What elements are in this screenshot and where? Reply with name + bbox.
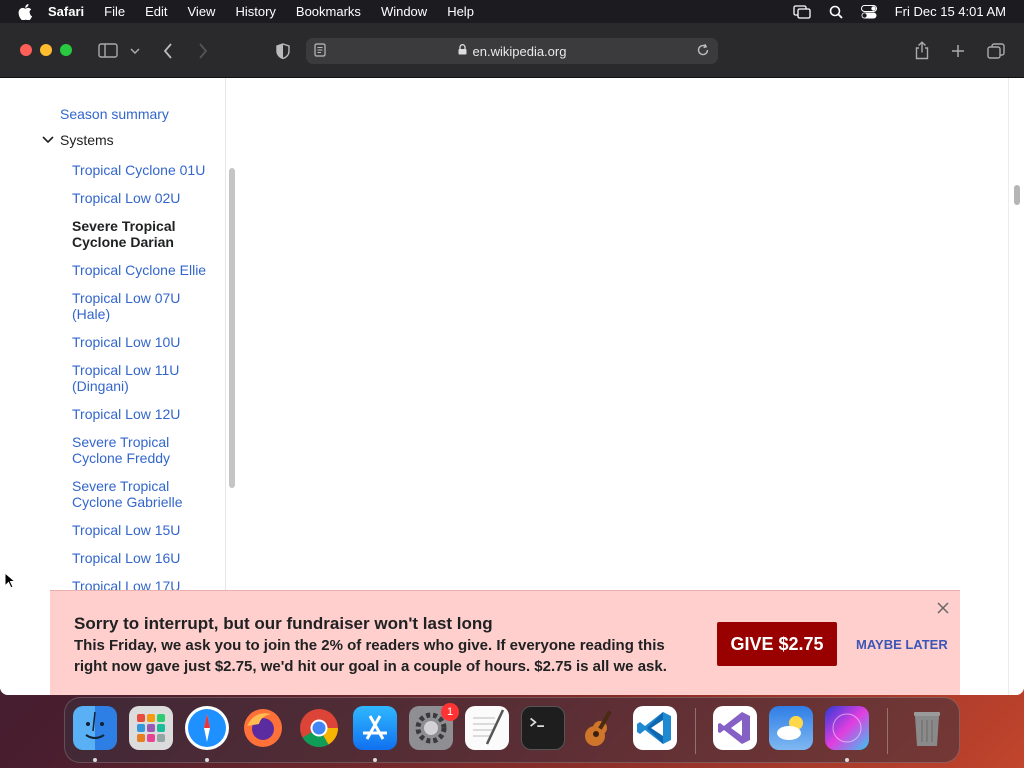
toc-section-systems[interactable]: Systems (42, 132, 114, 148)
back-icon[interactable] (158, 23, 178, 78)
running-indicator (373, 758, 377, 762)
running-indicator (93, 758, 97, 762)
sidebar-toggle-icon[interactable] (96, 23, 120, 78)
address-bar[interactable]: en.wikipedia.org (306, 38, 718, 64)
toc-item[interactable]: Tropical Cyclone Ellie (72, 262, 222, 278)
give-button[interactable]: GIVE $2.75 (717, 622, 837, 666)
forward-icon[interactable] (193, 23, 213, 78)
terminal-icon[interactable] (521, 706, 565, 750)
app-store-icon[interactable] (353, 706, 397, 750)
garageband-icon[interactable] (577, 706, 621, 750)
menu-app-name[interactable]: Safari (48, 4, 84, 19)
toc-item[interactable]: Tropical Low 02U (72, 190, 222, 206)
vscode-icon[interactable] (633, 706, 677, 750)
privacy-shield-icon[interactable] (272, 23, 294, 78)
toc-item[interactable]: Tropical Low 15U (72, 522, 222, 538)
maybe-later-button[interactable]: MAYBE LATER (856, 637, 948, 652)
toc-scrollbar[interactable] (229, 168, 235, 488)
chevron-down-icon[interactable] (42, 134, 54, 146)
menu-view[interactable]: View (188, 4, 216, 19)
page-divider (1008, 78, 1009, 695)
spotlight-search-icon[interactable] (829, 5, 843, 19)
notification-badge: 1 (441, 703, 459, 721)
menu-window[interactable]: Window (381, 4, 427, 19)
toc-item[interactable]: Severe Tropical Cyclone Freddy (72, 434, 197, 466)
menu-help[interactable]: Help (447, 4, 474, 19)
toc-season-summary[interactable]: Season summary (60, 106, 169, 122)
firefox-icon[interactable] (241, 706, 285, 750)
creative-app-icon[interactable] (825, 706, 869, 750)
window-controls (20, 44, 80, 56)
web-page: Season summary Systems Tropical Cyclone … (0, 78, 1024, 695)
dock-separator (695, 708, 696, 754)
chrome-icon[interactable] (297, 706, 341, 750)
chevron-down-icon[interactable] (128, 23, 142, 78)
screen-mirroring-icon[interactable] (793, 4, 811, 19)
menu-bookmarks[interactable]: Bookmarks (296, 4, 361, 19)
mouse-cursor-icon (4, 571, 17, 595)
tab-overview-icon[interactable] (985, 23, 1007, 78)
trash-icon[interactable] (905, 706, 949, 750)
system-settings-icon[interactable]: 1 (409, 703, 459, 750)
toc-item[interactable]: Tropical Low 12U (72, 406, 222, 422)
visual-studio-icon[interactable] (713, 706, 757, 750)
window-close-button[interactable] (20, 44, 32, 56)
reload-icon[interactable] (696, 43, 710, 62)
toc-item[interactable]: Tropical Low 07U (Hale) (72, 290, 197, 322)
banner-message: This Friday, we ask you to join the 2% o… (74, 637, 667, 675)
menu-edit[interactable]: Edit (145, 4, 167, 19)
close-icon[interactable] (936, 601, 950, 615)
toc-item[interactable]: Tropical Low 16U (72, 550, 222, 566)
window-minimize-button[interactable] (40, 44, 52, 56)
browser-toolbar: en.wikipedia.org (0, 23, 1024, 78)
toc-item[interactable]: Tropical Low 10U (72, 334, 222, 350)
textedit-icon[interactable] (465, 706, 509, 750)
safari-icon[interactable] (185, 706, 229, 750)
lock-icon (458, 42, 467, 60)
toc-section-label: Systems (60, 132, 114, 148)
dock-separator (887, 708, 888, 754)
url-text[interactable]: en.wikipedia.org (473, 44, 567, 59)
launchpad-icon[interactable] (129, 706, 173, 750)
running-indicator (845, 758, 849, 762)
menu-file[interactable]: File (104, 4, 125, 19)
banner-title: Sorry to interrupt, but our fundraiser w… (74, 614, 493, 633)
running-indicator (205, 758, 209, 762)
new-tab-icon[interactable] (948, 23, 968, 78)
control-center-icon[interactable] (860, 4, 877, 19)
weather-icon[interactable] (769, 706, 813, 750)
menu-bar: Safari File Edit View History Bookmarks … (0, 0, 1024, 23)
fundraiser-banner: Sorry to interrupt, but our fundraiser w… (50, 590, 960, 695)
toc-item-current[interactable]: Severe Tropical Cyclone Darian (72, 218, 212, 250)
dock: 1 (64, 697, 960, 763)
safari-window: en.wikipedia.org Season summary Systems … (0, 23, 1024, 695)
page-scrollbar[interactable] (1014, 185, 1020, 205)
menu-history[interactable]: History (235, 4, 275, 19)
menu-bar-clock[interactable]: Fri Dec 15 4:01 AM (895, 4, 1006, 19)
window-zoom-button[interactable] (60, 44, 72, 56)
toc-item[interactable]: Tropical Low 11U (Dingani) (72, 362, 197, 394)
apple-menu-icon[interactable] (18, 3, 34, 20)
toc-item[interactable]: Tropical Cyclone 01U (72, 162, 222, 178)
reader-icon[interactable] (314, 43, 326, 62)
share-icon[interactable] (911, 23, 933, 78)
finder-icon[interactable] (73, 706, 117, 750)
toc-item[interactable]: Severe Tropical Cyclone Gabrielle (72, 478, 197, 510)
